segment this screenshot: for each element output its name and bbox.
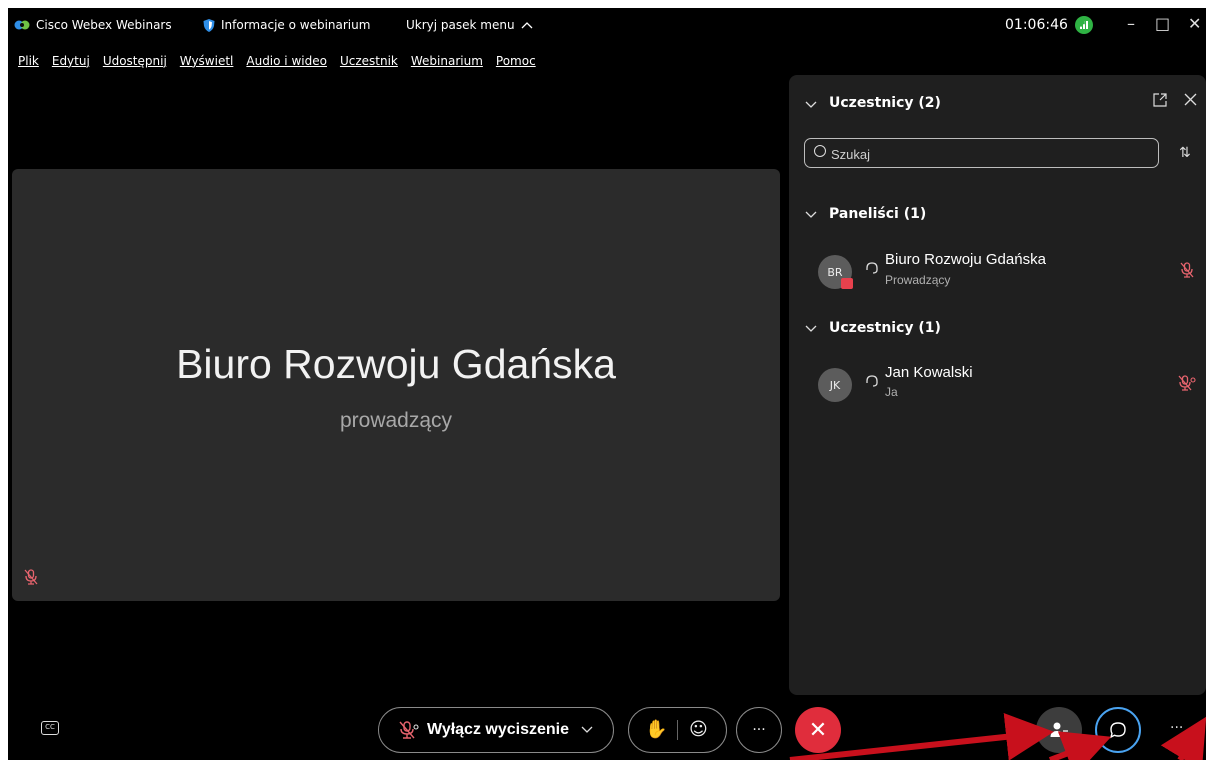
headset-icon — [866, 262, 878, 274]
close-icon[interactable] — [1184, 93, 1197, 106]
participant-name: Biuro Rozwoju Gdańska — [885, 251, 1046, 268]
unmute-button[interactable]: Wyłącz wyciszenie — [378, 707, 614, 753]
leave-button[interactable]: ✕ — [795, 707, 841, 753]
network-icon[interactable] — [1075, 16, 1093, 34]
hand-icon[interactable]: ✋ — [645, 719, 667, 740]
sort-icon[interactable]: ⇅ — [1179, 145, 1191, 161]
minimize-button[interactable]: – — [1127, 14, 1135, 33]
avatar: JK — [818, 368, 852, 402]
section-attendees-title[interactable]: Uczestnicy (1) — [829, 320, 941, 336]
webex-logo-icon — [14, 20, 30, 30]
muted-mic-icon[interactable] — [1180, 262, 1194, 278]
chat-button[interactable] — [1095, 707, 1141, 753]
webinar-info-label: Informacje o webinarium — [221, 18, 371, 32]
muted-mic-icon — [399, 721, 419, 739]
more-panels-button[interactable]: ··· — [1170, 720, 1183, 736]
people-icon — [1050, 722, 1068, 738]
participant-role: Ja — [885, 385, 898, 399]
app-name: Cisco Webex Webinars — [36, 18, 172, 32]
chevron-down-icon[interactable] — [581, 726, 593, 734]
chevron-down-icon[interactable] — [805, 325, 817, 333]
reaction-icon[interactable]: ☺ — [689, 719, 708, 740]
menu-item-view[interactable]: Wyświetl — [180, 54, 234, 68]
menu-bar: Plik Edytuj Udostępnij Wyświetl Audio i … — [18, 54, 536, 68]
more-options-button[interactable]: ··· — [736, 707, 782, 753]
chevron-up-icon — [521, 22, 533, 29]
popout-icon[interactable] — [1153, 93, 1167, 107]
menu-item-help[interactable]: Pomoc — [496, 54, 536, 68]
muted-mic-icon — [24, 569, 38, 585]
search-icon — [814, 145, 826, 157]
webex-window: Cisco Webex Webinars Informacje o webina… — [8, 8, 1206, 760]
headset-icon — [866, 375, 878, 387]
avatar: BR — [818, 255, 853, 289]
title-bar: Cisco Webex Webinars Informacje o webina… — [8, 8, 1206, 44]
menu-item-audio-video[interactable]: Audio i wideo — [246, 54, 327, 68]
hand-reaction-group: ✋ ☺ — [628, 707, 727, 753]
app-title: Cisco Webex Webinars — [14, 18, 172, 32]
participants-panel: Uczestnicy (2) ⇅ Paneliści (1) BR — [789, 75, 1206, 695]
meeting-timer: 01:06:46 — [1005, 17, 1068, 33]
hide-menu-button[interactable]: Ukryj pasek menu — [406, 18, 533, 32]
share-badge-icon — [841, 278, 853, 289]
menu-item-share[interactable]: Udostępnij — [103, 54, 167, 68]
menu-item-edit[interactable]: Edytuj — [52, 54, 90, 68]
participant-role: Prowadzący — [885, 273, 951, 287]
divider — [677, 720, 678, 740]
participant-name: Jan Kowalski — [885, 364, 973, 381]
stage-video-tile[interactable]: Biuro Rozwoju Gdańska prowadzący — [12, 169, 780, 601]
menu-item-participant[interactable]: Uczestnik — [340, 54, 398, 68]
close-window-button[interactable]: ✕ — [1188, 14, 1201, 33]
stage-speaker-name: Biuro Rozwoju Gdańska — [176, 341, 616, 387]
stage-speaker-role: prowadzący — [339, 409, 453, 432]
participants-button[interactable] — [1036, 707, 1082, 753]
captions-icon[interactable]: CC — [41, 721, 59, 735]
maximize-button[interactable]: □ — [1155, 14, 1170, 33]
menu-item-file[interactable]: Plik — [18, 54, 39, 68]
chevron-down-icon[interactable] — [805, 101, 817, 109]
muted-mic-icon[interactable] — [1178, 375, 1196, 391]
chat-icon — [1109, 722, 1126, 739]
unmute-label: Wyłącz wyciszenie — [427, 721, 569, 738]
webinar-info-button[interactable]: Informacje o webinarium — [203, 18, 370, 32]
chevron-down-icon[interactable] — [805, 211, 817, 219]
menu-item-webinar[interactable]: Webinarium — [411, 54, 483, 68]
hide-menu-label: Ukryj pasek menu — [406, 18, 515, 32]
search-field[interactable] — [804, 138, 1159, 168]
panel-title: Uczestnicy (2) — [829, 95, 941, 111]
section-panelists-title[interactable]: Paneliści (1) — [829, 206, 926, 222]
shield-icon — [203, 18, 215, 32]
search-input[interactable] — [829, 143, 1153, 165]
